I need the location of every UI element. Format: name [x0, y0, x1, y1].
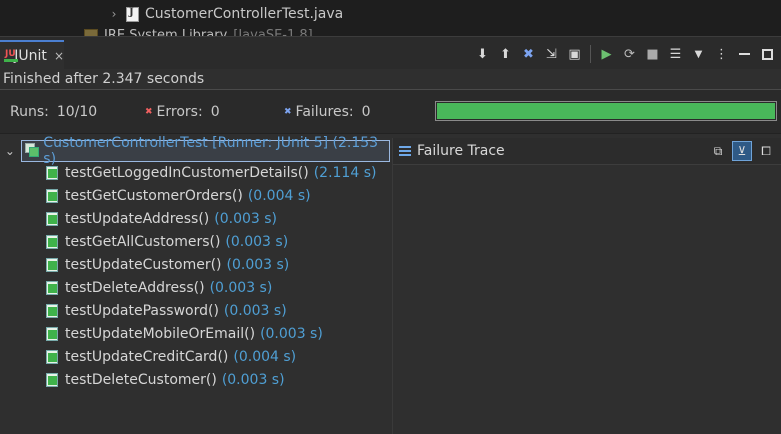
explorer-library-row[interactable]: JRE System Library [JavaSE-1.8]: [84, 25, 313, 36]
failure-trace-title: Failure Trace: [417, 143, 505, 159]
stop-icon[interactable]: ■: [643, 45, 662, 64]
test-passed-icon: [46, 212, 60, 226]
history-icon[interactable]: ☰: [666, 45, 685, 64]
junit-icon: JU: [4, 49, 18, 63]
error-icon: ✖: [145, 107, 153, 117]
copy-trace-icon[interactable]: ⧠: [756, 141, 776, 161]
test-name: testGetCustomerOrders(): [65, 188, 243, 204]
test-counters-panel: Runs: 10/10 ✖ Errors: 0 ✖ Failures: 0: [0, 89, 781, 134]
test-duration: (0.004 s): [247, 188, 311, 204]
stack-trace-icon: [399, 146, 411, 156]
test-suite-icon: [24, 143, 40, 158]
test-passed-icon: [46, 235, 60, 249]
test-passed-icon: [46, 258, 60, 272]
test-name: testGetAllCustomers(): [65, 234, 221, 250]
library-icon: [84, 29, 98, 36]
errors-value: 0: [210, 104, 220, 120]
java-file-icon: [126, 6, 139, 22]
test-row[interactable]: testUpdateCustomer() (0.003 s): [46, 255, 289, 275]
test-tree: ⌄ CustomerControllerTest [Runner: JUnit …: [0, 135, 390, 434]
test-duration: (0.003 s): [226, 257, 290, 273]
test-name: testUpdateMobileOrEmail(): [65, 326, 256, 342]
scroll-lock-icon[interactable]: ⇲: [542, 45, 561, 64]
next-failure-icon[interactable]: ⬇: [473, 45, 492, 64]
junit-toolbar: ⬇ ⬆ ✖ ⇲ ▣ ▶ ⟳ ■ ☰ ▼ ⋮: [473, 43, 777, 65]
errors-label: Errors:: [156, 104, 203, 120]
show-skipped-icon[interactable]: ▣: [565, 45, 584, 64]
explorer-file-row[interactable]: › CustomerControllerTest.java: [108, 4, 344, 24]
run-status-text: Finished after 2.347 seconds: [3, 71, 205, 87]
test-passed-icon: [46, 189, 60, 203]
view-menu-icon[interactable]: ▼: [689, 45, 708, 64]
chevron-down-icon[interactable]: ⌄: [4, 144, 16, 158]
chevron-right-icon[interactable]: ›: [108, 7, 120, 21]
test-row[interactable]: testUpdateCreditCard() (0.004 s): [46, 347, 296, 367]
progress-bar: [435, 101, 777, 121]
package-explorer-strip: › CustomerControllerTest.java JRE System…: [0, 0, 781, 36]
test-duration: (2.114 s): [313, 165, 377, 181]
test-row[interactable]: testUpdateMobileOrEmail() (0.003 s): [46, 324, 323, 344]
test-row[interactable]: testUpdatePassword() (0.003 s): [46, 301, 287, 321]
test-name: testGetLoggedInCustomerDetails(): [65, 165, 309, 181]
test-passed-icon: [46, 373, 60, 387]
rerun-failed-first-icon[interactable]: ⟳: [620, 45, 639, 64]
tab-junit[interactable]: JU JUnit ×: [0, 40, 64, 70]
runs-value: 10/10: [56, 104, 98, 120]
view-tab-bar: JU JUnit × ⬇ ⬆ ✖ ⇲ ▣ ▶ ⟳ ■ ☰ ▼ ⋮: [0, 36, 781, 70]
failure-trace-toolbar: ⧉ ⊻ ⧠: [708, 141, 776, 161]
test-passed-icon: [46, 327, 60, 341]
minimize-icon[interactable]: [735, 45, 754, 64]
test-duration: (0.004 s): [233, 349, 297, 365]
compare-results-icon[interactable]: ⧉: [708, 141, 728, 161]
explorer-library-name: JRE System Library: [104, 27, 228, 37]
failures-counter: ✖ Failures: 0: [284, 104, 371, 120]
explorer-library-version: [JavaSE-1.8]: [233, 27, 313, 37]
more-options-icon[interactable]: ⋮: [712, 45, 731, 64]
failures-value: 0: [361, 104, 371, 120]
failure-trace-header: Failure Trace ⧉ ⊻ ⧠: [393, 138, 781, 165]
previous-failure-icon[interactable]: ⬆: [496, 45, 515, 64]
test-passed-icon: [46, 350, 60, 364]
test-duration: (0.003 s): [223, 303, 287, 319]
test-name: testUpdatePassword(): [65, 303, 219, 319]
show-failures-only-icon[interactable]: ✖: [519, 45, 538, 64]
errors-counter: ✖ Errors: 0: [145, 104, 220, 120]
test-passed-icon: [46, 166, 60, 180]
test-row[interactable]: testGetCustomerOrders() (0.004 s): [46, 186, 311, 206]
failure-trace-pane: Failure Trace ⧉ ⊻ ⧠: [392, 138, 781, 434]
explorer-file-name: CustomerControllerTest.java: [145, 6, 344, 22]
tab-junit-label: JUnit: [14, 48, 47, 64]
rerun-icon[interactable]: ▶: [597, 45, 616, 64]
tree-root-label: CustomerControllerTest [Runner: JUnit 5]…: [43, 134, 379, 167]
test-name: testDeleteAddress(): [65, 280, 205, 296]
test-name: testUpdateCustomer(): [65, 257, 222, 273]
test-duration: (0.003 s): [225, 234, 289, 250]
test-name: testDeleteCustomer(): [65, 372, 217, 388]
failures-label: Failures:: [295, 104, 354, 120]
test-row[interactable]: testGetLoggedInCustomerDetails() (2.114 s…: [46, 163, 376, 183]
runs-label: Runs:: [10, 104, 49, 120]
tree-root-row[interactable]: ⌄ CustomerControllerTest [Runner: JUnit …: [4, 135, 390, 167]
failure-icon: ✖: [284, 107, 292, 117]
test-row[interactable]: testDeleteCustomer() (0.003 s): [46, 370, 285, 390]
maximize-icon[interactable]: [758, 45, 777, 64]
test-name: testUpdateAddress(): [65, 211, 210, 227]
filter-stack-icon[interactable]: ⊻: [732, 141, 752, 161]
runs-counter: Runs: 10/10: [10, 104, 97, 120]
test-name: testUpdateCreditCard(): [65, 349, 229, 365]
progress-bar-fill: [437, 103, 775, 119]
test-passed-icon: [46, 281, 60, 295]
test-row[interactable]: testGetAllCustomers() (0.003 s): [46, 232, 288, 252]
test-duration: (0.003 s): [214, 211, 278, 227]
toolbar-separator: [590, 45, 591, 63]
test-duration: (0.003 s): [209, 280, 273, 296]
test-duration: (0.003 s): [260, 326, 323, 342]
test-row[interactable]: testDeleteAddress() (0.003 s): [46, 278, 272, 298]
tree-root-selection[interactable]: CustomerControllerTest [Runner: JUnit 5]…: [20, 135, 390, 167]
test-passed-icon: [46, 304, 60, 318]
close-icon[interactable]: ×: [54, 49, 64, 63]
test-duration: (0.003 s): [221, 372, 285, 388]
test-row[interactable]: testUpdateAddress() (0.003 s): [46, 209, 277, 229]
